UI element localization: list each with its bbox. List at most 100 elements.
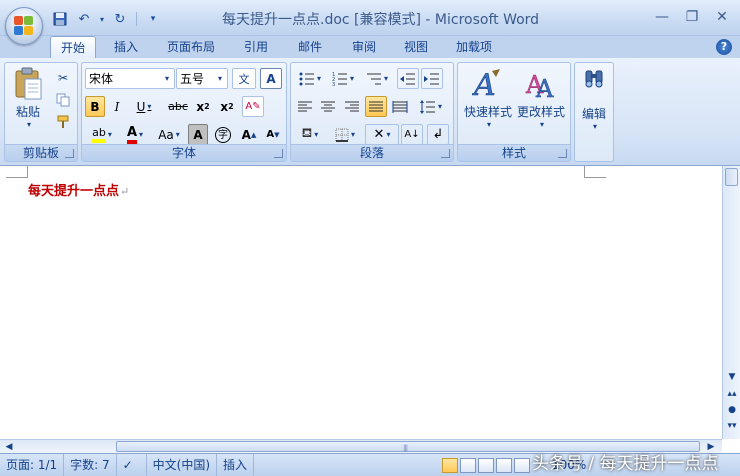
paste-dropdown-icon[interactable]: ▾ [27, 120, 31, 129]
font-name-select[interactable]: 宋体 ▾ [85, 68, 175, 89]
tab-home[interactable]: 开始 [50, 36, 96, 58]
borders-button[interactable]: ▾ [329, 124, 361, 145]
superscript-button[interactable]: x2 [216, 96, 238, 117]
web-layout-icon[interactable] [478, 458, 494, 473]
paragraph-launcher-icon[interactable] [441, 149, 450, 158]
quick-styles-button[interactable]: A 快速样式 ▾ [461, 67, 515, 129]
shrink-font-icon[interactable]: A ▼ [262, 124, 284, 145]
styles-launcher-icon[interactable] [558, 149, 567, 158]
line-spacing-icon [419, 99, 435, 114]
scroll-grip-icon: ||| [403, 444, 408, 452]
decrease-indent-icon[interactable] [397, 68, 419, 89]
draft-view-icon[interactable] [514, 458, 530, 473]
subscript-button[interactable]: x2 [192, 96, 214, 117]
editing-button[interactable]: 编辑 ▾ [577, 67, 611, 131]
tab-review[interactable]: 审阅 [342, 36, 386, 58]
highlighter-icon: ab [92, 126, 106, 143]
document-text[interactable]: 每天提升一点点↵ [28, 180, 129, 199]
ribbon: 粘贴 ▾ ✂ 剪贴板 宋体 ▾ 五号 ▾ 文 A B I U ▾ abc x2 x… [0, 58, 740, 166]
distributed-align-icon[interactable] [389, 96, 411, 117]
cut-icon[interactable]: ✂ [53, 67, 73, 88]
paragraph-group: ▾ 1 2 3 ▾ ▾ ▾ ⛾ ▾ ▾ ✕ ▾ A↓ ↲ 段落 [290, 62, 454, 162]
font-name-value: 宋体 [89, 72, 114, 86]
undo-dropdown-icon[interactable]: ▾ [98, 9, 106, 29]
binoculars-icon [585, 70, 603, 88]
help-icon[interactable]: ? [716, 39, 732, 55]
line-spacing-button[interactable]: ▾ [415, 96, 447, 117]
office-button[interactable] [5, 7, 43, 45]
strikethrough-button[interactable]: abc [166, 96, 190, 117]
full-screen-reading-icon[interactable] [460, 458, 476, 473]
chinese-layout-button[interactable]: ✕ ▾ [365, 124, 399, 145]
font-launcher-icon[interactable] [274, 149, 283, 158]
margin-mark-right [584, 166, 606, 178]
tab-view[interactable]: 视图 [394, 36, 438, 58]
minimize-icon[interactable]: — [648, 6, 676, 28]
tab-references[interactable]: 引用 [234, 36, 278, 58]
phonetic-guide-icon[interactable]: 文 [232, 68, 256, 89]
proofing-status[interactable]: ✓ [117, 453, 147, 476]
align-center-icon[interactable] [317, 96, 339, 117]
multilevel-list-icon [366, 73, 381, 84]
highlight-color-button[interactable]: ab ▾ [85, 124, 119, 145]
justify-icon[interactable] [365, 96, 387, 117]
page-count-status[interactable]: 页面: 1/1 [0, 453, 65, 476]
align-right-icon[interactable] [341, 96, 363, 117]
quick-styles-label: 快速样式 [463, 105, 512, 119]
proofing-icon: ✓ [122, 457, 133, 472]
paste-label: 粘贴 [15, 105, 40, 119]
sort-icon[interactable]: A↓ [401, 124, 423, 145]
clear-formatting-icon[interactable]: A✎ [242, 96, 264, 117]
redo-icon[interactable]: ↻ [110, 9, 130, 29]
italic-button[interactable]: I [107, 96, 127, 117]
customize-qat-icon[interactable]: ▾ [143, 9, 163, 29]
font-color-button[interactable]: A ▾ [121, 124, 149, 145]
tab-mailings[interactable]: 邮件 [288, 36, 332, 58]
close-icon[interactable]: ✕ [708, 6, 736, 28]
change-styles-button[interactable]: A A 更改样式 ▾ [514, 67, 568, 129]
bullets-button[interactable]: ▾ [294, 68, 326, 89]
font-size-select[interactable]: 五号 ▾ [176, 68, 228, 89]
scroll-down-icon[interactable]: ▼ [725, 371, 739, 383]
change-styles-label: 更改样式 [516, 105, 565, 119]
copy-icon[interactable] [53, 89, 73, 110]
paste-button[interactable]: 粘贴 ▾ [11, 67, 45, 129]
underline-button[interactable]: U ▾ [130, 96, 158, 117]
align-left-icon[interactable] [294, 96, 316, 117]
character-border-icon[interactable]: A [260, 68, 282, 89]
vertical-scroll-thumb[interactable] [725, 168, 738, 186]
clipboard-launcher-icon[interactable] [65, 149, 74, 158]
undo-icon[interactable]: ↶ [74, 9, 94, 29]
tab-add-ins[interactable]: 加载项 [448, 36, 500, 58]
shading-button[interactable]: ⛾ ▾ [294, 124, 326, 145]
previous-page-icon[interactable]: ▴▴ [725, 388, 739, 400]
show-marks-icon[interactable]: ↲ [427, 124, 449, 145]
insert-mode-status[interactable]: 插入 [217, 453, 255, 476]
vertical-scrollbar[interactable]: ▼ ▴▴ ● ▾▾ [722, 166, 740, 439]
paragraph-group-label: 段落 [291, 144, 453, 161]
print-layout-icon[interactable] [442, 458, 458, 473]
select-browse-object-icon[interactable]: ● [725, 404, 739, 416]
numbering-button[interactable]: 1 2 3 ▾ [327, 68, 359, 89]
language-status[interactable]: 中文(中国) [147, 453, 218, 476]
grow-font-icon[interactable]: A ▲ [238, 124, 260, 145]
bold-button[interactable]: B [85, 96, 105, 117]
character-shading-icon[interactable]: A [188, 124, 208, 145]
save-icon[interactable] [50, 9, 70, 29]
title-bar: ↶ ▾ ↻ ▾ 每天提升一点点.doc [兼容模式] - Microsoft W… [0, 0, 740, 36]
scroll-left-icon[interactable]: ◀ [2, 441, 16, 453]
increase-indent-icon[interactable] [421, 68, 443, 89]
restore-icon[interactable]: ❐ [678, 6, 706, 28]
svg-text:A: A [535, 75, 554, 99]
multilevel-list-button[interactable]: ▾ [361, 68, 393, 89]
tab-insert[interactable]: 插入 [104, 36, 148, 58]
next-page-icon[interactable]: ▾▾ [725, 420, 739, 432]
enclose-characters-icon[interactable]: 字 [212, 124, 234, 145]
outline-view-icon[interactable] [496, 458, 512, 473]
tab-page-layout[interactable]: 页面布局 [160, 36, 222, 58]
format-painter-icon[interactable] [53, 111, 73, 132]
document-area[interactable]: 每天提升一点点↵ [0, 166, 722, 439]
change-case-button[interactable]: Aa ▾ [152, 124, 186, 145]
font-group-label: 字体 [82, 144, 286, 161]
word-count-status[interactable]: 字数: 7 [64, 453, 117, 476]
